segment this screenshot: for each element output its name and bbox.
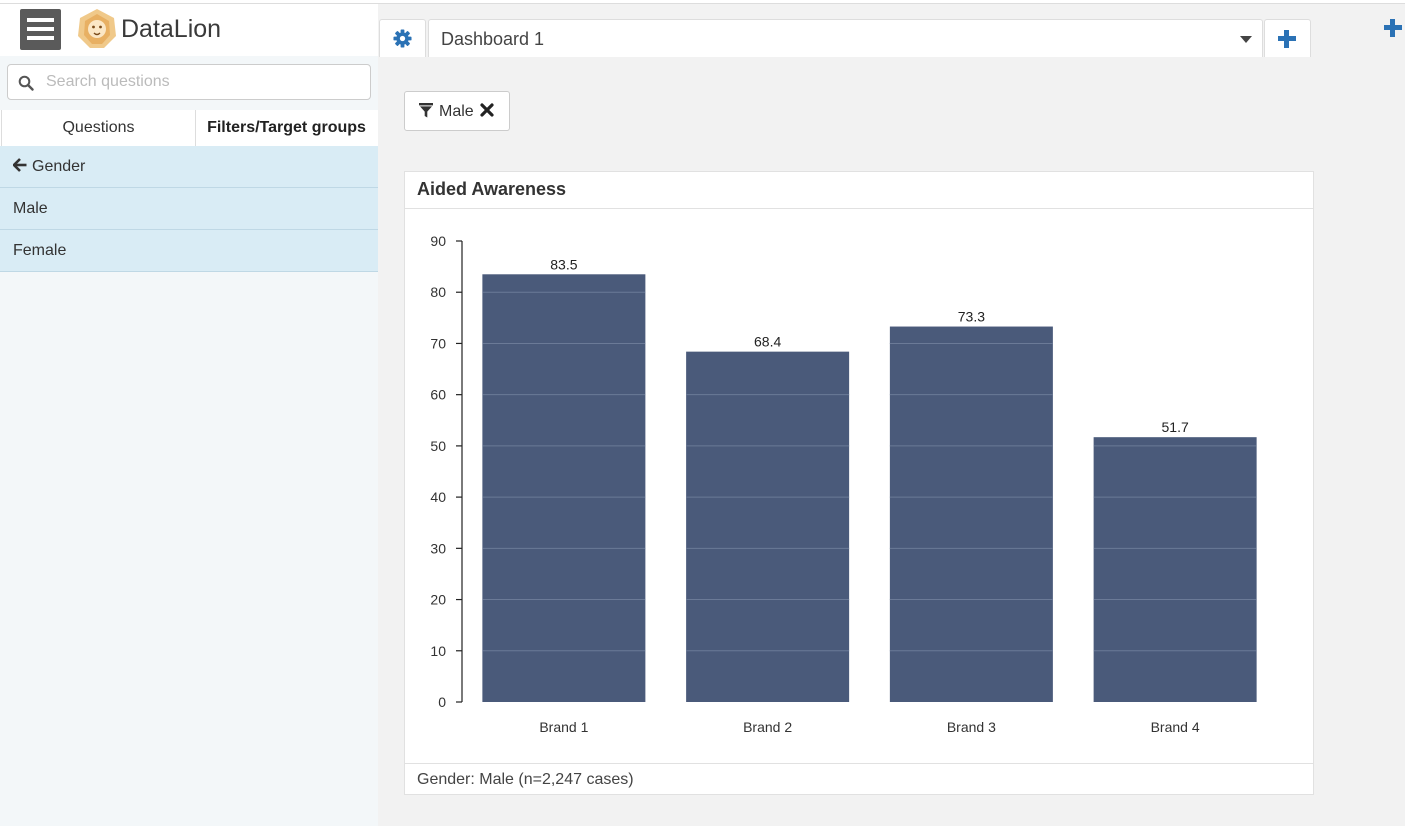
search-box <box>7 64 371 100</box>
app-name: DataLion <box>121 15 222 43</box>
settings-button[interactable] <box>379 19 426 57</box>
menu-icon[interactable] <box>20 9 61 50</box>
list-item-label: Male <box>13 200 48 217</box>
dashboard-select-value: Dashboard 1 <box>441 29 545 49</box>
caret-down-icon <box>1240 36 1252 43</box>
x-tick-label: Brand 1 <box>539 719 588 735</box>
list-item-male[interactable]: Male <box>0 188 378 230</box>
brand-bar: DataLion <box>0 4 378 56</box>
y-tick-label: 80 <box>430 284 446 300</box>
y-tick-label: 0 <box>438 694 446 710</box>
filter-icon <box>419 103 433 118</box>
chart-card: Aided Awareness 0 10 20 30 40 50 60 70 80 90 83.5 B… <box>404 171 1314 795</box>
gear-icon <box>393 29 412 48</box>
dashboard-select[interactable]: Dashboard 1 <box>428 19 1263 57</box>
lion-logo-icon <box>78 9 116 48</box>
y-tick-label: 90 <box>430 233 446 249</box>
filter-chip-label: Male <box>439 103 474 120</box>
sidebar-tabs: Questions Filters/Target groups <box>0 110 378 147</box>
search-input[interactable] <box>44 66 366 98</box>
add-dashboard-button[interactable] <box>1264 19 1311 57</box>
data-label: 68.4 <box>754 334 781 350</box>
data-label: 73.3 <box>958 309 985 325</box>
y-tick-label: 40 <box>430 489 446 505</box>
bar <box>889 326 1053 702</box>
tab-filters-target-groups[interactable]: Filters/Target groups <box>195 110 378 146</box>
y-tick-label: 60 <box>430 387 446 403</box>
bar <box>686 351 850 702</box>
search-icon <box>18 75 34 91</box>
bar <box>1093 437 1257 702</box>
y-tick-label: 70 <box>430 335 446 351</box>
plus-icon <box>1278 30 1296 48</box>
sidebar: DataLion Questions Filters/Target groups… <box>0 4 378 826</box>
plus-icon <box>1384 19 1402 37</box>
bar-chart: 0 10 20 30 40 50 60 70 80 90 83.5 Brand 1 68.4 Brand … <box>430 233 1257 735</box>
y-tick-label: 50 <box>430 438 446 454</box>
back-item-label: Gender <box>32 158 86 175</box>
x-tick-label: Brand 2 <box>743 719 792 735</box>
x-tick-label: Brand 3 <box>947 719 996 735</box>
filter-chip[interactable]: Male <box>404 91 510 131</box>
chart-footer: Gender: Male (n=2,247 cases) <box>417 771 634 788</box>
add-widget-button[interactable] <box>1384 19 1402 37</box>
list-item-female[interactable]: Female <box>0 230 378 272</box>
x-tick-label: Brand 4 <box>1151 719 1200 735</box>
y-tick-label: 30 <box>430 540 446 556</box>
bar <box>482 274 646 702</box>
data-label: 51.7 <box>1162 419 1189 435</box>
data-label: 83.5 <box>550 256 577 272</box>
y-tick-label: 10 <box>430 643 446 659</box>
back-to-gender[interactable]: Gender <box>0 146 378 188</box>
close-icon[interactable] <box>480 103 494 117</box>
tab-questions[interactable]: Questions <box>1 110 196 146</box>
y-tick-label: 20 <box>430 592 446 608</box>
list-item-label: Female <box>13 242 67 259</box>
card-divider <box>405 763 1313 764</box>
chart-title: Aided Awareness <box>417 179 567 199</box>
arrow-left-icon <box>13 158 27 172</box>
